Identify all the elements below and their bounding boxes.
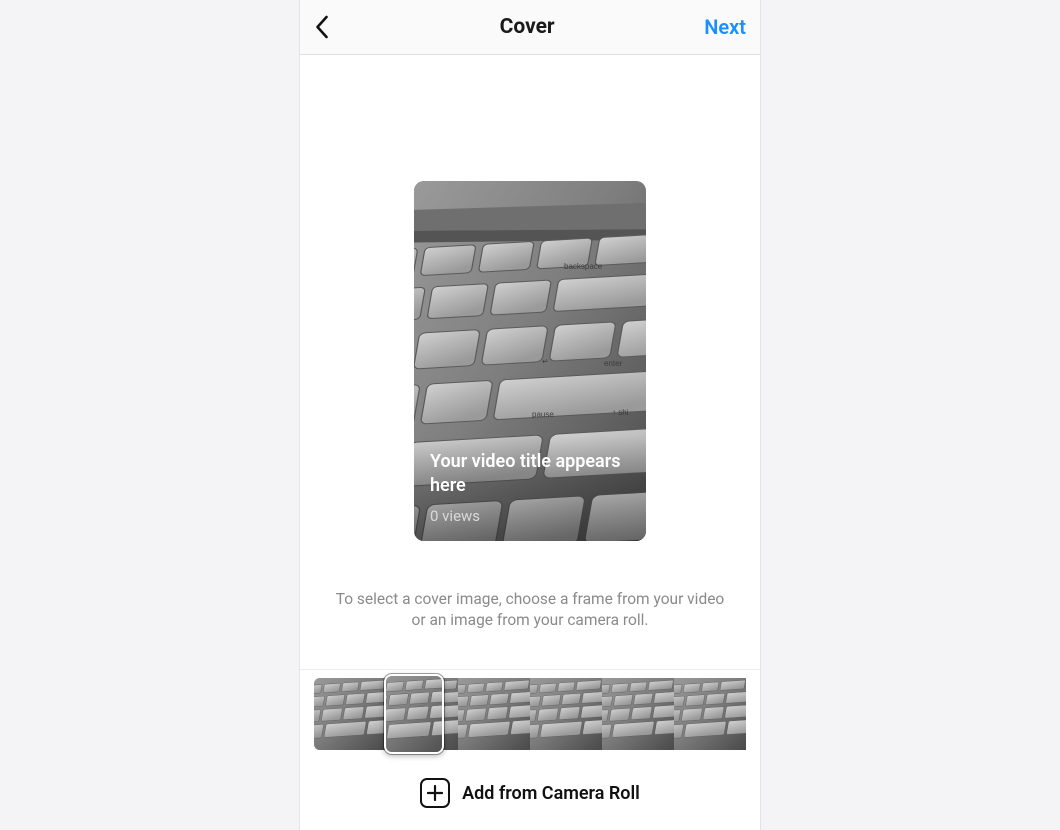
cover-preview-area: Your video title appears here 0 views To… (300, 55, 760, 669)
frame-selector-handle[interactable] (384, 674, 444, 754)
add-from-camera-roll-label: Add from Camera Roll (462, 783, 640, 804)
filmstrip-section (300, 669, 760, 760)
filmstrip-frame[interactable] (314, 678, 386, 750)
back-button[interactable] (314, 9, 350, 45)
view-count: 0 views (430, 507, 630, 525)
filmstrip-frame[interactable] (674, 678, 746, 750)
add-from-camera-roll-button[interactable]: Add from Camera Roll (300, 760, 760, 830)
app-screen: Cover Next Your video title appears here… (299, 0, 761, 830)
frame-scrubber[interactable] (314, 678, 746, 750)
nav-bar: Cover Next (300, 0, 760, 55)
next-button[interactable]: Next (704, 15, 746, 39)
plus-icon (420, 778, 450, 808)
cover-overlay: Your video title appears here 0 views (414, 436, 646, 541)
cover-preview: Your video title appears here 0 views (414, 181, 646, 541)
content-area: Your video title appears here 0 views To… (300, 55, 760, 830)
filmstrip-frame[interactable] (530, 678, 602, 750)
page-title: Cover (500, 15, 555, 39)
video-title: Your video title appears here (430, 450, 630, 497)
chevron-left-icon (314, 15, 329, 39)
filmstrip-frame[interactable] (602, 678, 674, 750)
filmstrip-frame[interactable] (458, 678, 530, 750)
helper-text: To select a cover image, choose a frame … (300, 589, 760, 631)
selected-frame-thumb (386, 676, 442, 752)
